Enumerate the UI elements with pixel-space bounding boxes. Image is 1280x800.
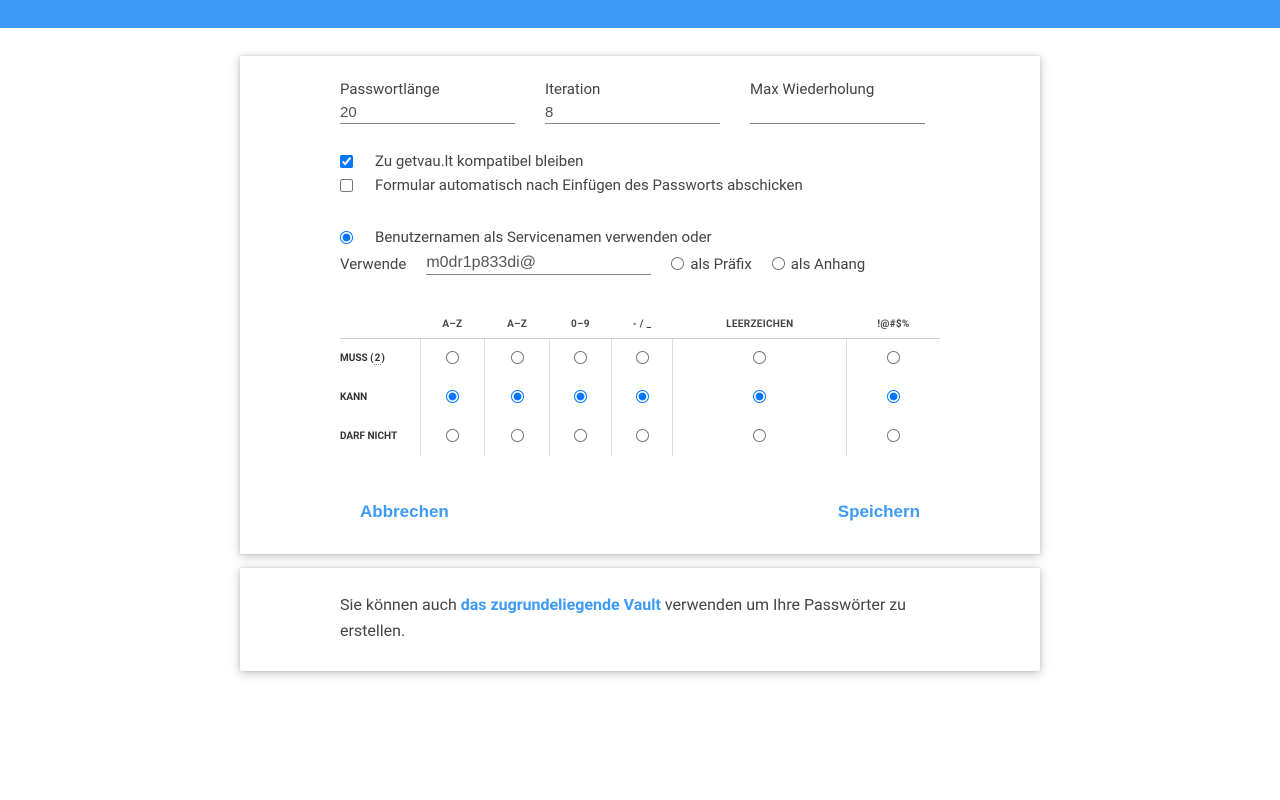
prefix-label: als Präfix [690,255,751,273]
settings-card: Passwortlänge Iteration Max Wiederholung… [240,56,1040,554]
pwlen-input[interactable] [340,102,515,124]
radio-mustnot-AZ[interactable] [511,429,524,442]
suffix-radio[interactable] [772,257,785,270]
row-must: MUSS (2) [340,339,940,379]
col-AZ: A–Z [485,311,550,339]
radio-must-sym[interactable] [887,351,900,364]
iter-input[interactable] [545,102,720,124]
cancel-button[interactable]: Abbrechen [360,496,449,528]
must-label-cell: MUSS (2) [340,339,420,379]
iter-label: Iteration [545,80,720,98]
radio-must-space[interactable] [753,351,766,364]
header-bar [0,0,1280,28]
radio-must-09[interactable] [574,351,587,364]
col-09: 0–9 [550,311,612,339]
radio-may-az[interactable] [446,390,459,403]
footer-card: Sie können auch das zugrundeliegende Vau… [240,568,1040,671]
radio-may-AZ[interactable] [511,390,524,403]
use-username-row: Benutzernamen als Servicenamen verwenden… [340,228,940,246]
compatible-checkbox[interactable] [340,155,353,168]
verwende-row: Verwende als Präfix als Anhang [340,252,940,275]
fields-row: Passwortlänge Iteration Max Wiederholung [340,80,940,124]
prefix-radio[interactable] [671,257,684,270]
use-username-label: Benutzernamen als Servicenamen verwenden… [375,228,712,246]
radio-may-space[interactable] [753,390,766,403]
row-may: KANN [340,378,940,417]
radio-must-az[interactable] [446,351,459,364]
radio-may-dash[interactable] [636,390,649,403]
verwende-input[interactable] [426,252,651,275]
pwlen-label: Passwortlänge [340,80,515,98]
radio-may-sym[interactable] [887,390,900,403]
radio-must-dash[interactable] [636,351,649,364]
maxrep-input[interactable] [750,102,925,124]
may-label: KANN [340,378,420,417]
col-sym: !@#$% [847,311,940,339]
compatible-row: Zu getvau.lt kompatibel bleiben [340,152,940,170]
prefix-option[interactable]: als Präfix [671,255,751,273]
radio-mustnot-space[interactable] [753,429,766,442]
save-button[interactable]: Speichern [838,496,920,528]
row-mustnot: DARF NICHT [340,417,940,456]
use-username-radio[interactable] [340,231,353,244]
col-dash: - / _ [611,311,672,339]
suffix-label: als Anhang [791,255,865,273]
radio-must-AZ[interactable] [511,351,524,364]
footer-text-before: Sie können auch [340,595,461,614]
autosubmit-row: Formular automatisch nach Einfügen des P… [340,176,940,194]
compatible-label: Zu getvau.lt kompatibel bleiben [375,152,583,170]
field-pwlen: Passwortlänge [340,80,515,124]
maxrep-label: Max Wiederholung [750,80,925,98]
col-az: a–z [420,311,485,339]
radio-mustnot-az[interactable] [446,429,459,442]
must-count[interactable]: 2 [374,353,382,365]
mustnot-label: DARF NICHT [340,417,420,456]
vault-link[interactable]: das zugrundeliegende Vault [461,595,661,614]
col-space: LEERZEICHEN [673,311,847,339]
suffix-option[interactable]: als Anhang [772,255,865,273]
autosubmit-checkbox[interactable] [340,179,353,192]
radio-may-09[interactable] [574,390,587,403]
radio-mustnot-sym[interactable] [887,429,900,442]
actions-row: Abbrechen Speichern [240,496,1040,554]
radio-mustnot-09[interactable] [574,429,587,442]
verwende-label: Verwende [340,255,406,273]
char-table: a–z A–Z 0–9 - / _ LEERZEICHEN !@#$% MUSS… [340,311,940,456]
must-label: MUSS [340,353,368,364]
field-iteration: Iteration [545,80,720,124]
autosubmit-label: Formular automatisch nach Einfügen des P… [375,176,803,194]
field-maxrep: Max Wiederholung [750,80,925,124]
radio-mustnot-dash[interactable] [636,429,649,442]
